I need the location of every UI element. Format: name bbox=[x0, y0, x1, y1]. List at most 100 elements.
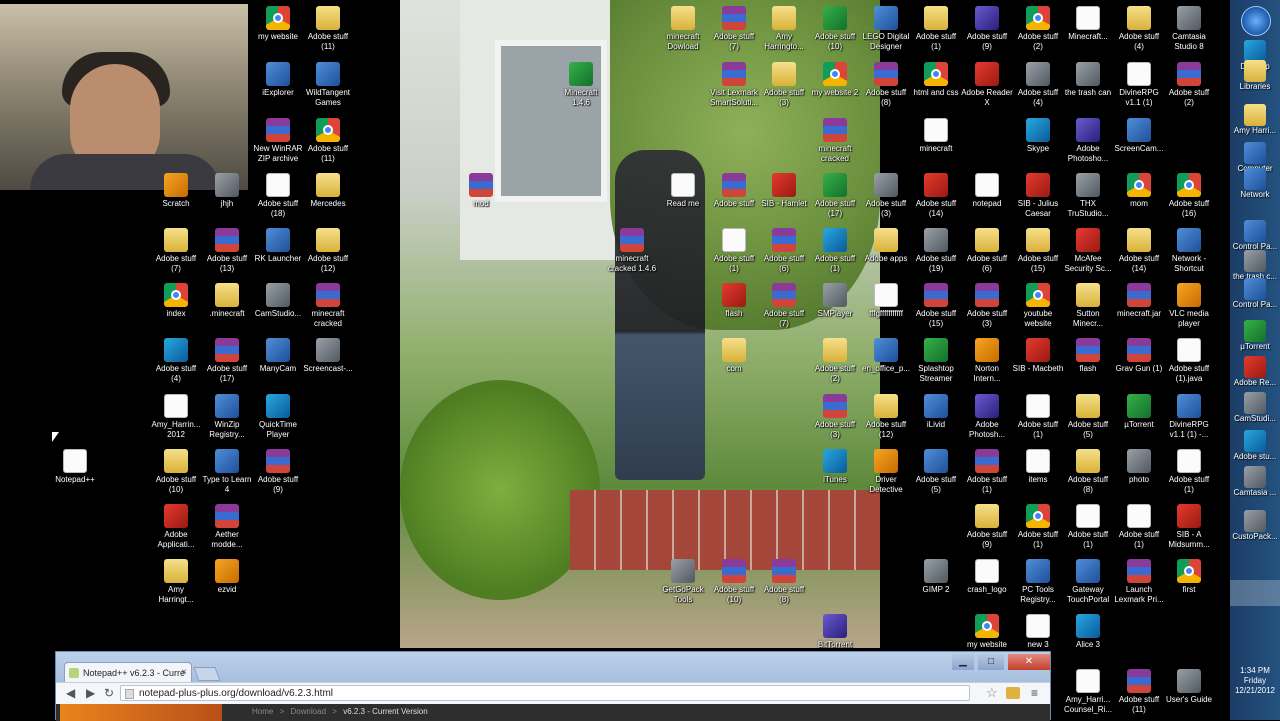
desktop-icon-norton-intern[interactable]: Norton Intern... bbox=[961, 338, 1013, 384]
desktop-icon-adobe-stuff-16[interactable]: Adobe stuff (16) bbox=[1163, 173, 1215, 219]
desktop-icon-notepad[interactable]: Notepad++ bbox=[49, 449, 101, 485]
desktop-icon-smplayer[interactable]: SMPlayer bbox=[809, 283, 861, 319]
desktop-icon-adobe-stuff-1[interactable]: Adobe stuff (1) bbox=[961, 449, 1013, 495]
desktop-icon-network-shortcut[interactable]: Network - Shortcut bbox=[1163, 228, 1215, 274]
desktop-icon-adobe-stuff-1[interactable]: Adobe stuff (1) bbox=[1113, 504, 1165, 550]
close-button[interactable]: ✕ bbox=[1008, 654, 1050, 670]
desktop-icon-screencam[interactable]: ScreenCam... bbox=[1113, 118, 1165, 154]
desktop-icon-adobe-stuff-1[interactable]: Adobe stuff (1) bbox=[809, 228, 861, 274]
desktop-icon-iexplorer[interactable]: iExplorer bbox=[252, 62, 304, 98]
desktop-icon-lego-digital-designer[interactable]: LEGO Digital Designer bbox=[860, 6, 912, 52]
desktop-icon-adobe-stuff-1[interactable]: Adobe stuff (1) bbox=[1012, 394, 1064, 440]
forward-arrow-icon[interactable]: ▶ bbox=[86, 686, 95, 700]
desktop-icon-adobe-reader-x[interactable]: Adobe Reader X bbox=[961, 62, 1013, 108]
desktop-icon-adobe-stuff-11[interactable]: Adobe stuff (11) bbox=[302, 118, 354, 164]
desktop-icon-index[interactable]: index bbox=[150, 283, 202, 319]
desktop-icon-adobe-applicati[interactable]: Adobe Applicati... bbox=[150, 504, 202, 550]
desktop-icon-winzip-registry[interactable]: WinZip Registry... bbox=[201, 394, 253, 440]
desktop-icon-adobe-stuff-11[interactable]: Adobe stuff (11) bbox=[302, 6, 354, 52]
desktop-icon-adobe-stuff-9[interactable]: Adobe stuff (9) bbox=[961, 6, 1013, 52]
desktop-icon-adobe-stuff-3[interactable]: Adobe stuff (3) bbox=[860, 173, 912, 219]
desktop-icon-amy-harrin-2012[interactable]: Amy_Harrin... 2012 bbox=[150, 394, 202, 440]
desktop-icon-sutton-minecr[interactable]: Sutton Minecr... bbox=[1062, 283, 1114, 329]
desktop-icon-adobe-stuff-10[interactable]: Adobe stuff (10) bbox=[708, 559, 760, 605]
desktop-icon-adobe-stuff-6[interactable]: Adobe stuff (6) bbox=[758, 228, 810, 274]
taskbar-item-control-pa[interactable]: Control Pa... bbox=[1230, 278, 1280, 310]
desktop-icon-adobe-stuff-14[interactable]: Adobe stuff (14) bbox=[910, 173, 962, 219]
desktop-icon-minecraft-dowload[interactable]: minecraft Dowload bbox=[657, 6, 709, 52]
desktop-icon-adobe-stuff-5[interactable]: Adobe stuff (5) bbox=[910, 449, 962, 495]
desktop-icon-adobe-stuff-12[interactable]: Adobe stuff (12) bbox=[302, 228, 354, 274]
desktop-icon-thx-trustudio[interactable]: THX TruStudio... bbox=[1062, 173, 1114, 219]
back-arrow-icon[interactable]: ◀ bbox=[66, 686, 75, 700]
desktop-icon-alice-3[interactable]: Alice 3 bbox=[1062, 614, 1114, 650]
desktop-icon-minecraft-cracked[interactable]: minecraft cracked bbox=[809, 118, 861, 164]
desktop-icon-mercedes[interactable]: Mercedes bbox=[302, 173, 354, 209]
desktop-icon-adobe-stuff-1[interactable]: Adobe stuff (1) bbox=[1062, 504, 1114, 550]
desktop-icon-rk-launcher[interactable]: RK Launcher bbox=[252, 228, 304, 264]
desktop-icon-adobe-stuff-15[interactable]: Adobe stuff (15) bbox=[1012, 228, 1064, 274]
desktop-icon-gimp-2[interactable]: GIMP 2 bbox=[910, 559, 962, 595]
desktop-icon-wildtangent-games[interactable]: WildTangent Games bbox=[302, 62, 354, 108]
desktop-icon-adobe-stuff-9[interactable]: Adobe stuff (9) bbox=[961, 504, 1013, 550]
desktop-icon-adobe-stuff-10[interactable]: Adobe stuff (10) bbox=[809, 6, 861, 52]
desktop-icon-skype[interactable]: Skype bbox=[1012, 118, 1064, 154]
desktop-icon-adobe-stuff-4[interactable]: Adobe stuff (4) bbox=[1012, 62, 1064, 108]
desktop-icon-amy-harri-counsel-ri[interactable]: Amy_Harri... Counsel_Ri... bbox=[1062, 669, 1114, 715]
desktop-icon-type-to-learn-4[interactable]: Type to Learn 4 bbox=[201, 449, 253, 495]
minimize-button[interactable]: ▁ bbox=[952, 654, 974, 670]
desktop-icon-gateway-touchportal[interactable]: Gateway TouchPortal bbox=[1062, 559, 1114, 605]
desktop-icon-visit-lexmark-smartsoluti[interactable]: Visit Lexmark SmartSoluti... bbox=[708, 62, 760, 108]
desktop-icon-adobe-stuff-1[interactable]: Adobe stuff (1) bbox=[708, 228, 760, 274]
desktop-icon-adobe-stuff-7[interactable]: Adobe stuff (7) bbox=[150, 228, 202, 274]
desktop-icon-adobe-stuff-7[interactable]: Adobe stuff (7) bbox=[708, 6, 760, 52]
desktop-icon-minecraft-cracked[interactable]: minecraft cracked bbox=[302, 283, 354, 329]
desktop-icon-adobe-stuff-18[interactable]: Adobe stuff (18) bbox=[252, 173, 304, 219]
desktop-icon-items[interactable]: items bbox=[1012, 449, 1064, 485]
desktop-icon-adobe-stuff-2[interactable]: Adobe stuff (2) bbox=[1163, 62, 1215, 108]
desktop-icon-adobe-stuff-9[interactable]: Adobe stuff (9) bbox=[252, 449, 304, 495]
desktop-icon-adobe-stuff-15[interactable]: Adobe stuff (15) bbox=[910, 283, 962, 329]
desktop-icon-sib-macbeth[interactable]: SIB - Macbeth bbox=[1012, 338, 1064, 374]
desktop-icon-torrent[interactable]: µTorrent bbox=[1113, 394, 1165, 430]
desktop-icon-minecraft[interactable]: Minecraft... bbox=[1062, 6, 1114, 42]
desktop-icon-adobe-stuff-2[interactable]: Adobe stuff (2) bbox=[809, 338, 861, 384]
desktop-icon-adobe-stuff-3[interactable]: Adobe stuff (3) bbox=[758, 62, 810, 108]
desktop-icon-minecraft[interactable]: .minecraft bbox=[201, 283, 253, 319]
desktop-icon-driver-detective[interactable]: Driver Detective bbox=[860, 449, 912, 495]
desktop-icon-adobe-stuff-8[interactable]: Adobe stuff (8) bbox=[758, 559, 810, 605]
desktop-icon-flash[interactable]: flash bbox=[708, 283, 760, 319]
desktop-icon-adobe-apps[interactable]: Adobe apps bbox=[860, 228, 912, 264]
desktop-icon-divinerpg-v1-1-1[interactable]: DivineRPG v1.1 (1) bbox=[1113, 62, 1165, 108]
desktop-icon-adobe-stuff-1[interactable]: Adobe stuff (1) bbox=[910, 6, 962, 52]
desktop-icon-adobe-photosho[interactable]: Adobe Photosho... bbox=[1062, 118, 1114, 164]
desktop-icon-grav-gun-1[interactable]: Grav Gun (1) bbox=[1113, 338, 1165, 374]
new-tab-button[interactable] bbox=[193, 667, 221, 681]
desktop-icon-new-winrar-zip-archive[interactable]: New WinRAR ZIP archive bbox=[252, 118, 304, 164]
desktop-icon-camtasia-studio-8[interactable]: Camtasia Studio 8 bbox=[1163, 6, 1215, 52]
desktop-icon-com[interactable]: com bbox=[708, 338, 760, 374]
address-bar[interactable]: notepad-plus-plus.org/download/v6.2.3.ht… bbox=[120, 685, 970, 701]
desktop-icon-flash[interactable]: flash bbox=[1062, 338, 1114, 374]
desktop-icon-quicktime-player[interactable]: QuickTime Player bbox=[252, 394, 304, 440]
desktop-icon-itunes[interactable]: iTunes bbox=[809, 449, 861, 485]
desktop-icon-en-office-p[interactable]: en_office_p... bbox=[860, 338, 912, 374]
desktop-icon-first[interactable]: first bbox=[1163, 559, 1215, 595]
desktop-icon-jhjh[interactable]: jhjh bbox=[201, 173, 253, 209]
taskbar-item-amy-harri[interactable]: Amy Harri... bbox=[1230, 104, 1280, 136]
desktop-icon-adobe-stuff-5[interactable]: Adobe stuff (5) bbox=[1062, 394, 1114, 440]
tab-close-icon[interactable]: × bbox=[181, 663, 187, 683]
desktop-icon-mcafee-security-sc[interactable]: McAfee Security Sc... bbox=[1062, 228, 1114, 274]
desktop-icon-bittorrent[interactable]: BitTorrent bbox=[809, 614, 861, 650]
desktop-icon-read-me[interactable]: Read me bbox=[657, 173, 709, 209]
taskbar-item-adobe-re[interactable]: Adobe Re... bbox=[1230, 356, 1280, 388]
desktop-icon-scratch[interactable]: Scratch bbox=[150, 173, 202, 209]
desktop-icon-my-website[interactable]: my website bbox=[252, 6, 304, 42]
desktop-icon-adobe-stuff-14[interactable]: Adobe stuff (14) bbox=[1113, 228, 1165, 274]
desktop-icon-divinerpg-v1-1-1[interactable]: DivineRPG v1.1 (1) -... bbox=[1163, 394, 1215, 440]
desktop-icon-adobe-stuff-1[interactable]: Adobe stuff (1) bbox=[1012, 504, 1064, 550]
desktop-icon-sib-hamlet[interactable]: SIB - Hamlet bbox=[758, 173, 810, 209]
system-clock[interactable]: 1:34 PM Friday 12/21/2012 bbox=[1230, 666, 1280, 696]
taskbar-item-torrent[interactable]: µTorrent bbox=[1230, 320, 1280, 352]
desktop-icon-photo[interactable]: photo bbox=[1113, 449, 1165, 485]
